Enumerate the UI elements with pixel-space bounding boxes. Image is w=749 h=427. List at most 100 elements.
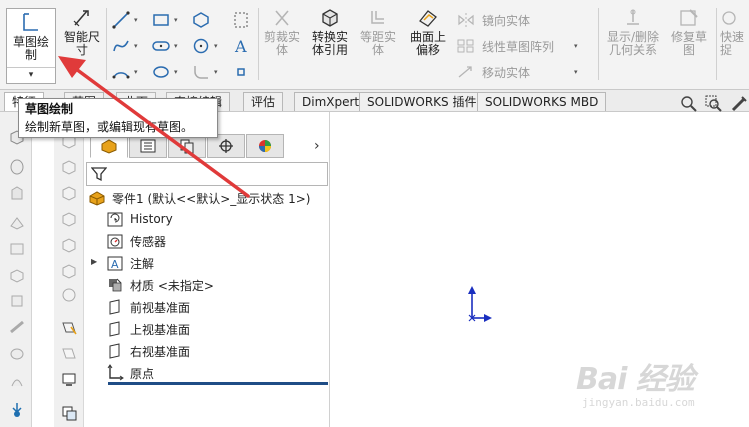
tab-dimxpert[interactable]: DimXpert — [294, 92, 368, 111]
sensor-icon — [106, 232, 124, 250]
revolved-cut-icon[interactable] — [6, 316, 28, 338]
arc-icon[interactable] — [110, 62, 132, 82]
rectangle-icon[interactable] — [150, 10, 172, 30]
instant3d-icon[interactable] — [58, 368, 80, 390]
tree-item-annotations[interactable]: A 注解 — [106, 253, 154, 273]
plane-icon — [106, 342, 124, 360]
arc-dropdown-icon[interactable]: ▾ — [134, 62, 142, 82]
panel-splitter[interactable] — [108, 382, 328, 385]
move-entities-button[interactable]: 移动实体 — [456, 62, 530, 82]
text-icon[interactable]: A — [230, 36, 252, 56]
tree-item-material[interactable]: 材质 <未指定> — [106, 275, 214, 295]
zoom-to-fit-icon[interactable] — [679, 94, 699, 114]
history-icon — [106, 210, 124, 228]
rib-icon[interactable] — [58, 182, 80, 204]
lofted-cut-icon[interactable] — [6, 370, 28, 392]
annotations-expand-icon[interactable]: ▶ — [91, 257, 97, 266]
boundary-cut-icon[interactable] — [6, 398, 28, 420]
tab-solidworks-addins[interactable]: SOLIDWORKS 插件 — [359, 92, 485, 111]
linear-pattern-dropdown-icon[interactable]: ▾ — [574, 36, 582, 56]
move-dropdown-icon[interactable]: ▾ — [574, 62, 582, 82]
rectangle-dropdown-icon[interactable]: ▾ — [174, 10, 182, 30]
repair-sketch-button[interactable]: 修复草 图 — [666, 6, 712, 68]
offset-icon — [366, 6, 390, 30]
linear-pattern-label: 线性草图阵列 — [482, 39, 555, 54]
spline-dropdown-icon[interactable]: ▾ — [134, 36, 142, 56]
plane-icon — [106, 298, 124, 316]
features-toolbar-column — [0, 112, 32, 427]
display-manager-tab-icon[interactable] — [246, 134, 284, 158]
tree-item-label: History — [130, 212, 173, 226]
sketch-dropdown-arrow[interactable]: ▾ — [7, 67, 55, 83]
tab-evaluate[interactable]: 评估 — [243, 92, 284, 111]
swept-cut-icon[interactable] — [6, 342, 28, 364]
linear-pattern-feature-icon[interactable] — [58, 156, 80, 178]
extruded-cut-icon[interactable] — [6, 264, 28, 286]
convert-entities-button[interactable]: 转换实 体引用 — [306, 6, 354, 68]
trim-entities-button[interactable]: 剪裁实 体 — [260, 6, 304, 68]
tree-item-sensors[interactable]: 传感器 — [106, 231, 166, 251]
quick-snaps-button[interactable]: 快速 捉 — [720, 6, 749, 68]
origin-triad-icon — [462, 284, 494, 324]
feature-manager-panel: › 零件1 (默认<<默认>_显示状态 1>) History 传感器 ▶ A … — [84, 112, 330, 427]
display-delete-relations-button[interactable]: 显示/删除 几何关系 — [602, 6, 664, 68]
tooltip-title: 草图绘制 — [25, 102, 74, 116]
draft-icon[interactable] — [58, 208, 80, 230]
fillet-icon[interactable] — [190, 62, 212, 82]
loft-icon[interactable] — [6, 212, 28, 234]
convert-label: 转换实 体引用 — [311, 30, 348, 57]
tree-root-part[interactable]: 零件1 (默认<<默认>_显示状态 1>) — [88, 188, 310, 208]
sweep-icon[interactable] — [6, 182, 28, 204]
zoom-to-area-icon[interactable] — [704, 94, 724, 114]
panel-expand-chevron[interactable]: › — [314, 138, 320, 154]
offset-label: 等距实 体 — [359, 30, 396, 57]
shell-icon[interactable] — [58, 234, 80, 256]
smart-dimension-button[interactable]: 智能尺 寸 — [60, 6, 104, 68]
construction-geometry-icon[interactable] — [230, 10, 252, 30]
tree-item-right-plane[interactable]: 右视基准面 — [106, 341, 190, 361]
point-icon[interactable] — [230, 62, 252, 82]
ribbon-separator — [598, 8, 599, 80]
watermark-logo: Bai 经验 jingyan.baidu.com — [576, 350, 746, 420]
tree-item-history[interactable]: History — [106, 209, 173, 229]
trim-icon — [270, 6, 294, 30]
ellipse-dropdown-icon[interactable]: ▾ — [174, 62, 182, 82]
tree-item-origin[interactable]: 原点 — [106, 363, 154, 383]
ribbon-separator — [106, 8, 107, 80]
ellipse-icon[interactable] — [150, 62, 172, 82]
polygon-icon[interactable] — [190, 10, 212, 30]
wrap-icon[interactable] — [58, 260, 80, 282]
reference-geometry-icon[interactable] — [58, 316, 80, 338]
linear-pattern-button[interactable]: 线性草图阵列 — [456, 36, 554, 56]
curves-icon[interactable] — [58, 342, 80, 364]
slot-dropdown-icon[interactable]: ▾ — [174, 36, 182, 56]
boundary-icon[interactable] — [6, 238, 28, 260]
circle-icon[interactable] — [190, 36, 212, 56]
hole-wizard-icon[interactable] — [6, 290, 28, 312]
smart-dimension-icon — [70, 6, 94, 30]
tree-item-top-plane[interactable]: 上视基准面 — [106, 319, 190, 339]
line-icon[interactable] — [110, 10, 132, 30]
previous-view-icon[interactable] — [729, 94, 749, 114]
convert-icon — [318, 6, 342, 30]
slot-icon[interactable] — [150, 36, 172, 56]
annotation-icon: A — [106, 254, 124, 272]
tree-item-front-plane[interactable]: 前视基准面 — [106, 297, 190, 317]
section-view-icon[interactable] — [58, 402, 80, 424]
fillet-dropdown-icon[interactable]: ▾ — [214, 62, 222, 82]
relations-label: 显示/删除 几何关系 — [606, 30, 660, 57]
feature-tree-filter[interactable] — [86, 162, 328, 186]
sketch-button[interactable]: 草图绘 制 ▾ — [6, 8, 56, 84]
offset-entities-button[interactable]: 等距实 体 — [356, 6, 400, 68]
intersect-icon[interactable] — [58, 284, 80, 306]
mirror-entities-button[interactable]: 镜向实体 — [456, 10, 530, 30]
relations-icon — [621, 6, 645, 30]
tab-solidworks-mbd[interactable]: SOLIDWORKS MBD — [477, 92, 607, 111]
revolve-icon[interactable] — [6, 156, 28, 178]
move-label: 移动实体 — [482, 65, 531, 80]
offset-surface-label: 曲面上 偏移 — [409, 30, 446, 57]
offset-on-surface-button[interactable]: 曲面上 偏移 — [404, 6, 452, 68]
line-dropdown-icon[interactable]: ▾ — [134, 10, 142, 30]
circle-dropdown-icon[interactable]: ▾ — [214, 36, 222, 56]
spline-icon[interactable] — [110, 36, 132, 56]
